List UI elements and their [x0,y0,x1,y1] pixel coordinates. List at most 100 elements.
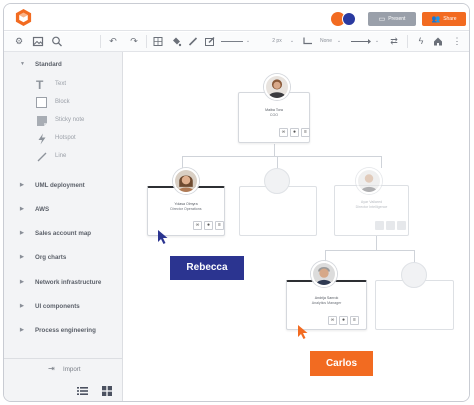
dropdown-arrow-icon[interactable]: ⌄ [288,35,296,48]
avatar-coo[interactable] [264,74,290,100]
fill-icon[interactable] [170,35,182,48]
toolbar: ⚙ ↶ ↷ ⌄ 2 px ⌄ None ⌄ ⌄ ⇄ ϟ ⋮ [4,32,469,52]
app-header: ▭ Present 👥 Share [4,4,469,31]
person-photo [358,170,380,192]
avatar-placeholder[interactable] [401,262,427,288]
chevron-right-icon: ▶ [20,254,24,260]
line-icon [37,152,47,162]
dropdown-arrow-icon[interactable]: ⌄ [373,35,381,48]
shape-library-sidebar: ▼ Standard T Text Block Sticky note Hots… [4,52,123,401]
toolbar-divider [146,35,147,48]
list-view-icon[interactable] [77,386,88,396]
person-photo [175,170,197,192]
card-actions: ∞ ● ≡ [328,316,359,325]
chevron-right-icon: ▶ [20,182,24,188]
user-icon[interactable]: ● [204,221,213,230]
import-icon: ⇥ [48,364,55,373]
lucid-logo-icon[interactable] [14,8,33,27]
org-card-carlos[interactable]: Andrija Sanrok Analytics Manager ∞ ● ≡ [286,280,367,330]
arrow-end-icon[interactable] [350,35,372,48]
line-style-preview[interactable] [221,41,243,42]
person-name: Yolasa Olmyra [174,202,198,206]
app-window: ▭ Present 👥 Share ⚙ ↶ ↷ ⌄ 2 px ⌄ None ⌄ … [3,3,470,402]
share-label: Share [443,16,457,22]
link-icon[interactable]: ∞ [193,221,202,230]
details-icon[interactable]: ≡ [301,128,310,137]
person-role: Analytics Manager [311,301,342,305]
search-icon[interactable] [51,35,63,48]
present-icon: ▭ [378,15,386,23]
text-icon: T [36,78,44,92]
connector-line [277,156,278,168]
present-label: Present [388,16,406,22]
dropdown-arrow-icon[interactable]: ⌄ [335,35,343,48]
person-name: Maiba Tora [265,108,283,112]
overflow-icon[interactable]: ⋮ [451,35,463,48]
link-icon[interactable]: ∞ [279,128,288,137]
frame-icon[interactable] [152,35,164,48]
sidebar-divider [4,358,122,359]
user-icon[interactable] [386,221,395,230]
chevron-right-icon: ▶ [20,279,24,285]
avatar-carlos[interactable] [311,261,337,287]
cursor-rebecca-icon [158,230,168,244]
home-icon[interactable] [432,35,444,48]
sticky-note-icon [37,116,47,126]
connector-line [182,156,183,168]
avatar-intelligence[interactable] [356,168,382,194]
users-icon: 👥 [431,15,441,23]
lightning-icon[interactable]: ϟ [415,35,427,48]
hotspot-icon [38,133,46,145]
connector-line [274,144,275,156]
settings-icon[interactable]: ⚙ [13,35,25,48]
block-icon [36,97,47,108]
chevron-right-icon: ▶ [20,230,24,236]
card-actions: ∞ ● ≡ [193,221,224,230]
connector-line [182,156,382,157]
toolbar-divider [100,35,101,48]
collaborator-avatars[interactable] [331,12,357,26]
connector-line [325,250,415,251]
user-icon[interactable]: ● [339,316,348,325]
user-icon[interactable]: ● [290,128,299,137]
line-width-value[interactable]: 2 px [269,35,285,48]
toolbar-divider [407,35,408,48]
details-icon[interactable]: ≡ [350,316,359,325]
details-icon[interactable]: ≡ [215,221,224,230]
connector-line [376,236,377,250]
chevron-right-icon: ▶ [20,327,24,333]
dropdown-arrow-icon[interactable]: ⌄ [244,35,252,48]
collaborator-avatar-blue[interactable] [342,12,356,26]
person-role: Director Intelligence [355,205,388,209]
person-photo [266,76,288,98]
collaborator-tag-carlos: Carlos [310,351,373,376]
undo-icon[interactable]: ↶ [107,35,119,48]
link-icon[interactable] [375,221,384,230]
chevron-right-icon: ▶ [20,206,24,212]
chevron-down-icon: ▼ [20,61,25,67]
present-button[interactable]: ▭ Present [368,12,416,26]
person-role: Director Operations [170,207,202,211]
details-icon[interactable] [397,221,406,230]
diagram-canvas[interactable]: Maiba Tora COO ∞ ● ≡ Yolasa Olmyra Direc… [124,52,469,401]
image-icon[interactable] [32,35,44,48]
style-icon[interactable] [204,35,216,48]
collaborator-tag-rebecca: Rebecca [170,256,244,280]
corner-icon[interactable] [302,35,314,48]
chevron-right-icon: ▶ [20,303,24,309]
redo-icon[interactable]: ↷ [128,35,140,48]
swap-icon[interactable]: ⇄ [388,35,400,48]
avatar-placeholder[interactable] [264,168,290,194]
avatar-rebecca[interactable] [173,168,199,194]
cursor-carlos-icon [298,325,308,339]
pen-icon[interactable] [187,35,199,48]
card-actions [375,221,406,230]
arrow-start-value[interactable]: None [318,35,334,48]
connector-line [381,156,382,168]
person-name: Andrija Sanrok [314,296,339,300]
link-icon[interactable]: ∞ [328,316,337,325]
person-role: COO [269,113,279,117]
card-actions: ∞ ● ≡ [279,128,310,137]
grid-view-icon[interactable] [102,386,112,396]
share-button[interactable]: 👥 Share [422,12,466,26]
